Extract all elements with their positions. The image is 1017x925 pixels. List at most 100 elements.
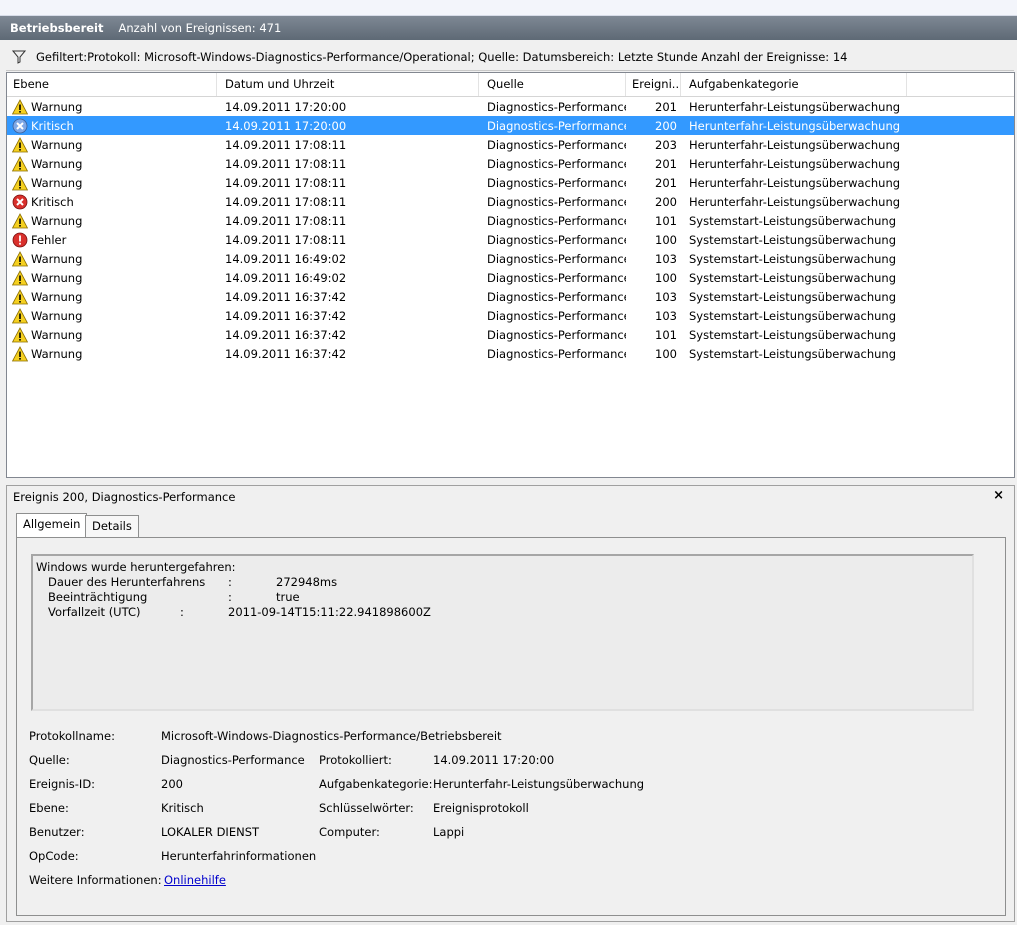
tab-details[interactable]: Details bbox=[85, 515, 139, 537]
event-date: 14.09.2011 16:37:42 bbox=[225, 308, 347, 323]
event-row[interactable]: Warnung 14.09.2011 16:37:42 Diagnostics-Pe… bbox=[7, 306, 1014, 325]
value-computer: Lappi bbox=[433, 825, 465, 839]
tab-general[interactable]: Allgemein bbox=[16, 513, 88, 537]
event-detail-pane: Ereignis 200, Diagnostics-Performance × … bbox=[6, 485, 1015, 922]
label-source: Quelle: bbox=[29, 753, 70, 767]
event-level: Warnung bbox=[7, 212, 217, 229]
event-date: 14.09.2011 16:37:42 bbox=[225, 346, 347, 361]
event-date: 14.09.2011 17:08:11 bbox=[225, 175, 347, 190]
event-level-text: Fehler bbox=[31, 232, 67, 247]
column-header-source[interactable]: Quelle bbox=[479, 73, 626, 96]
event-level-text: Warnung bbox=[31, 251, 83, 266]
event-level: Warnung bbox=[7, 345, 217, 362]
event-source: Diagnostics-Performance bbox=[487, 118, 626, 133]
event-row[interactable]: Warnung 14.09.2011 16:37:42 Diagnostics-Pe… bbox=[7, 287, 1014, 306]
event-level: Fehler bbox=[7, 232, 217, 248]
filter-bar: Gefiltert:Protokoll: Microsoft-Windows-D… bbox=[6, 44, 1014, 71]
general-tab-body: Windows wurde heruntergefahren: Dauer de… bbox=[16, 537, 1006, 916]
event-row[interactable]: Warnung 14.09.2011 16:37:42 Diagnostics-Pe… bbox=[7, 344, 1014, 363]
close-icon[interactable]: × bbox=[993, 488, 1004, 503]
event-date: 14.09.2011 16:49:02 bbox=[225, 270, 347, 285]
value-logged: 14.09.2011 17:20:00 bbox=[433, 753, 555, 767]
message-line: Vorfallzeit (UTC) : 2011-09-14T15:11:22.… bbox=[36, 605, 969, 620]
event-id: 201 bbox=[655, 175, 677, 190]
label-logname: Protokollname: bbox=[29, 729, 115, 743]
event-level-text: Warnung bbox=[31, 213, 83, 228]
warning-icon bbox=[11, 250, 29, 267]
event-level: Warnung bbox=[7, 136, 217, 153]
event-row[interactable]: Kritisch 14.09.2011 17:20:00 Diagnostics-P… bbox=[7, 116, 1014, 135]
event-category: Herunterfahr-Leistungsüberwachung bbox=[689, 194, 901, 209]
value-opcode: Herunterfahrinformationen bbox=[161, 849, 317, 863]
warning-icon bbox=[11, 212, 29, 229]
event-id: 103 bbox=[655, 308, 677, 323]
event-date: 14.09.2011 17:20:00 bbox=[225, 118, 347, 133]
event-category: Systemstart-Leistungsüberwachung bbox=[689, 346, 896, 361]
event-row[interactable]: Warnung 14.09.2011 16:37:42 Diagnostics-Pe… bbox=[7, 325, 1014, 344]
warning-icon bbox=[11, 307, 29, 324]
filter-text: Gefiltert:Protokoll: Microsoft-Windows-D… bbox=[36, 50, 848, 64]
event-row[interactable]: Warnung 14.09.2011 17:08:11 Diagnostics-Pe… bbox=[7, 173, 1014, 192]
event-level-text: Warnung bbox=[31, 99, 83, 114]
critical-icon bbox=[12, 118, 28, 134]
event-category: Herunterfahr-Leistungsüberwachung bbox=[689, 118, 901, 133]
event-row[interactable]: Warnung 14.09.2011 17:08:11 Diagnostics-Pe… bbox=[7, 211, 1014, 230]
event-row[interactable]: Warnung 14.09.2011 16:49:02 Diagnostics-Pe… bbox=[7, 268, 1014, 287]
event-row[interactable]: Warnung 14.09.2011 16:49:02 Diagnostics-Pe… bbox=[7, 249, 1014, 268]
event-row[interactable]: Warnung 14.09.2011 17:20:00 Diagnostics-Pe… bbox=[7, 97, 1014, 116]
event-date: 14.09.2011 17:08:11 bbox=[225, 232, 347, 247]
event-source: Diagnostics-Performance bbox=[487, 194, 626, 209]
event-source: Diagnostics-Performance bbox=[487, 137, 626, 152]
column-header-level[interactable]: Ebene bbox=[7, 73, 217, 96]
event-level-text: Warnung bbox=[31, 327, 83, 342]
column-header-eventid[interactable]: Ereigni... bbox=[626, 73, 681, 96]
event-row[interactable]: Warnung 14.09.2011 17:08:11 Diagnostics-Pe… bbox=[7, 135, 1014, 154]
event-level: Warnung bbox=[7, 307, 217, 324]
event-source: Diagnostics-Performance bbox=[487, 289, 626, 304]
message-key: Dauer des Herunterfahrens bbox=[48, 575, 206, 589]
column-header-date[interactable]: Datum und Uhrzeit bbox=[217, 73, 479, 96]
event-row[interactable]: Fehler 14.09.2011 17:08:11 Diagnostics-Per… bbox=[7, 230, 1014, 249]
event-source: Diagnostics-Performance bbox=[487, 308, 626, 323]
event-level-text: Warnung bbox=[31, 346, 83, 361]
event-level-text: Warnung bbox=[31, 289, 83, 304]
event-level-text: Warnung bbox=[31, 270, 83, 285]
online-help-link[interactable]: Onlinehilfe bbox=[164, 873, 226, 887]
message-line: Beeinträchtigung : true bbox=[36, 590, 969, 605]
event-id: 101 bbox=[655, 213, 677, 228]
event-source: Diagnostics-Performance bbox=[487, 156, 626, 171]
column-header-category[interactable]: Aufgabenkategorie bbox=[681, 73, 907, 96]
event-level: Warnung bbox=[7, 288, 217, 305]
label-taskcategory: Aufgabenkategorie: bbox=[319, 777, 433, 791]
warning-icon bbox=[11, 174, 29, 191]
message-value: 2011-09-14T15:11:22.941898600Z bbox=[228, 605, 431, 619]
event-source: Diagnostics-Performance bbox=[487, 251, 626, 266]
event-date: 14.09.2011 17:08:11 bbox=[225, 156, 347, 171]
event-id: 203 bbox=[655, 137, 677, 152]
event-message-box[interactable]: Windows wurde heruntergefahren: Dauer de… bbox=[31, 554, 974, 711]
event-category: Herunterfahr-Leistungsüberwachung bbox=[689, 175, 901, 190]
message-heading: Windows wurde heruntergefahren: bbox=[36, 560, 236, 574]
event-id: 103 bbox=[655, 289, 677, 304]
label-eventid: Ereignis-ID: bbox=[29, 777, 96, 791]
critical-icon bbox=[12, 194, 28, 210]
label-opcode: OpCode: bbox=[29, 849, 79, 863]
event-row[interactable]: Warnung 14.09.2011 17:08:11 Diagnostics-Pe… bbox=[7, 154, 1014, 173]
warning-icon bbox=[11, 326, 29, 343]
event-level: Kritisch bbox=[7, 118, 217, 134]
value-keywords: Ereignisprotokoll bbox=[433, 801, 529, 815]
message-key: Vorfallzeit (UTC) bbox=[48, 605, 141, 619]
event-list[interactable]: Ebene Datum und Uhrzeit Quelle Ereigni..… bbox=[6, 72, 1015, 478]
event-level-text: Warnung bbox=[31, 175, 83, 190]
warning-icon bbox=[11, 98, 29, 115]
event-level-text: Kritisch bbox=[31, 194, 74, 209]
event-row[interactable]: Kritisch 14.09.2011 17:08:11 Diagnostics-P… bbox=[7, 192, 1014, 211]
event-date: 14.09.2011 16:37:42 bbox=[225, 327, 347, 342]
event-category: Systemstart-Leistungsüberwachung bbox=[689, 327, 896, 342]
event-id: 101 bbox=[655, 327, 677, 342]
message-separator: : bbox=[228, 575, 232, 589]
message-value: 272948ms bbox=[276, 575, 338, 589]
value-source: Diagnostics-Performance bbox=[161, 753, 305, 767]
label-level: Ebene: bbox=[29, 801, 69, 815]
event-date: 14.09.2011 17:08:11 bbox=[225, 194, 347, 209]
